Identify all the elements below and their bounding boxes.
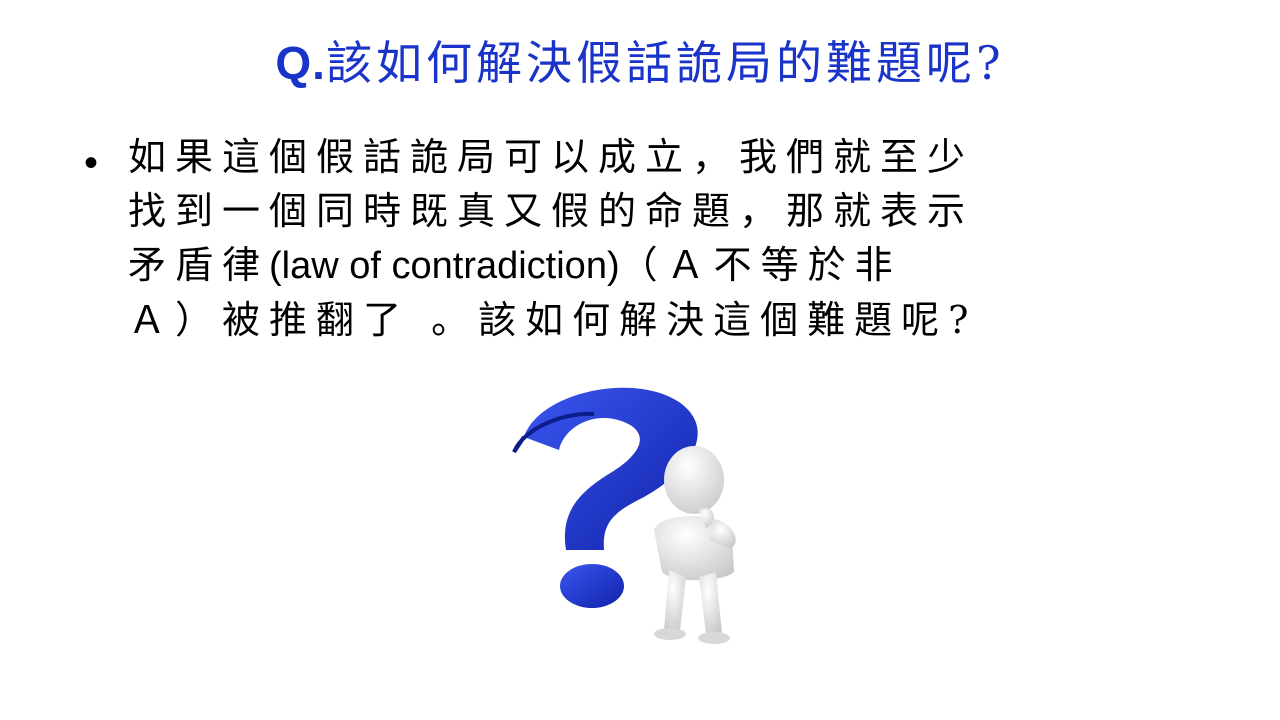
bullet-text: 如果這個假話詭局可以成立，我們就至少 找到一個同時既真又假的命題，那就表示 矛盾… bbox=[128, 130, 1188, 347]
bullet-line-1: 如果這個假話詭局可以成立，我們就至少 bbox=[128, 135, 975, 179]
bullet-marker: • bbox=[84, 141, 99, 185]
bullet-line-3: 矛盾律(law of contradiction)（Ａ不等於非 bbox=[128, 238, 1188, 293]
thinking-person-question-mark-icon bbox=[484, 372, 796, 648]
slide: Q.該如何解決假話詭局的難題呢? • 如果這個假話詭局可以成立，我們就至少 找到… bbox=[0, 0, 1280, 720]
bullet-line-3-cjk: 矛盾律 bbox=[128, 243, 270, 287]
person-figure bbox=[654, 446, 736, 644]
slide-title: Q.該如何解決假話詭局的難題呢? bbox=[0, 28, 1280, 98]
bullet-line-2: 找到一個同時既真又假的命題，那就表示 bbox=[128, 189, 975, 233]
bullet-line-3-latin: (law of contradiction) bbox=[269, 245, 620, 287]
title-prefix: Q. bbox=[275, 37, 326, 89]
title-text: 該如何解決假話詭局的難題呢? bbox=[325, 36, 1005, 90]
bullet-item: • 如果這個假話詭局可以成立，我們就至少 找到一個同時既真又假的命題，那就表示 … bbox=[78, 130, 1188, 347]
illustration-svg bbox=[512, 387, 736, 644]
bullet-line-3-tail: （Ａ不等於非 bbox=[619, 243, 902, 287]
bullet-line-4: Ａ）被推翻了 。該如何解決這個難題呢? bbox=[128, 298, 978, 342]
